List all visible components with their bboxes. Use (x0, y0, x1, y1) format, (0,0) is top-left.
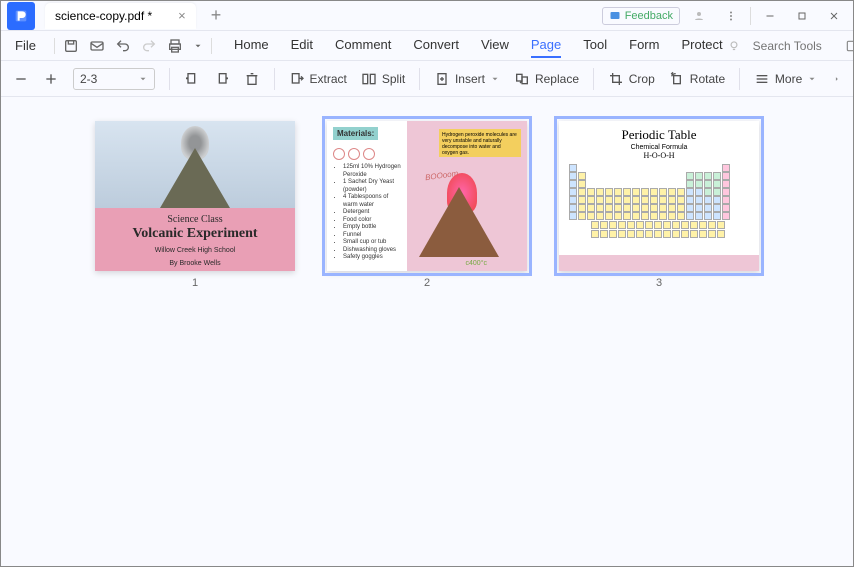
rotate-button[interactable]: Rotate (669, 71, 725, 87)
maximize-button[interactable] (789, 3, 815, 29)
slide3-title: Periodic Table (569, 127, 749, 143)
slide3-subtitle: Chemical Formula (569, 144, 749, 151)
feedback-icon (609, 10, 621, 22)
page-thumbnail-2[interactable]: Materials: 125ml 10% Hydrogen Peroxide1 … (327, 121, 527, 289)
close-tab-icon[interactable]: × (178, 8, 186, 23)
minimize-button[interactable] (757, 3, 783, 29)
chevron-down-icon (138, 74, 148, 84)
temp-text: c400°c (466, 260, 487, 267)
materials-heading: Materials: (333, 127, 378, 140)
more-label: More (775, 72, 802, 86)
extract-button[interactable]: Extract (289, 71, 347, 87)
materials-list: 125ml 10% Hydrogen Peroxide1 Sachet Dry … (333, 164, 401, 262)
tab-home[interactable]: Home (234, 33, 269, 58)
insert-button[interactable]: Insert (434, 71, 500, 87)
titlebar: science-copy.pdf * × + Feedback (1, 1, 853, 31)
chevron-down-icon (490, 74, 500, 84)
insert-label: Insert (455, 72, 485, 86)
chevron-down-icon (807, 74, 817, 84)
tab-comment[interactable]: Comment (335, 33, 391, 58)
zoom-in-button[interactable] (43, 71, 59, 87)
slide3-formula: H-O-O-H (569, 151, 749, 160)
undo-icon[interactable] (115, 38, 131, 54)
close-window-button[interactable] (821, 3, 847, 29)
rotate-label: Rotate (690, 72, 725, 86)
insert-page-before-button[interactable] (184, 71, 200, 87)
file-menu[interactable]: File (7, 34, 44, 57)
insert-page-after-button[interactable] (214, 71, 230, 87)
tab-form[interactable]: Form (629, 33, 659, 58)
page-canvas[interactable]: Science Class Volcanic Experiment Willow… (1, 97, 853, 566)
tab-tool[interactable]: Tool (583, 33, 607, 58)
document-title: science-copy.pdf * (55, 9, 152, 23)
new-tab-button[interactable]: + (206, 5, 227, 26)
share-icon[interactable] (845, 39, 854, 53)
periodic-table-icon (569, 164, 749, 238)
slide1-author: By Brooke Wells (95, 259, 295, 268)
delete-page-button[interactable] (244, 71, 260, 87)
document-tab[interactable]: science-copy.pdf * × (45, 3, 196, 29)
chevron-down-icon[interactable] (193, 38, 203, 54)
page-range-value: 2-3 (80, 72, 97, 86)
kebab-icon[interactable] (718, 3, 744, 29)
split-label: Split (382, 72, 405, 86)
slide1-subtitle: Science Class (95, 214, 295, 225)
page-thumbnail-3[interactable]: Periodic Table Chemical Formula H-O-O-H … (559, 121, 759, 289)
crop-label: Crop (629, 72, 655, 86)
tab-view[interactable]: View (481, 33, 509, 58)
overflow-chevron-icon[interactable] (833, 74, 841, 84)
feedback-label: Feedback (625, 10, 673, 22)
search-input[interactable] (753, 39, 833, 53)
quick-access-toolbar (54, 38, 212, 54)
page-range-select[interactable]: 2-3 (73, 68, 155, 90)
sticky-note: Hydrogen peroxide molecules are very uns… (439, 129, 521, 157)
page-toolbar: 2-3 Extract Split Insert Replace Crop Ro… (1, 61, 853, 97)
bulb-icon (727, 39, 741, 53)
extract-label: Extract (310, 72, 347, 86)
print-icon[interactable] (167, 38, 183, 54)
slide1-school: Willow Creek High School (95, 246, 295, 255)
ribbon-tabs: Home Edit Comment Convert View Page Tool… (234, 33, 723, 58)
user-icon[interactable] (686, 3, 712, 29)
tab-protect[interactable]: Protect (681, 33, 722, 58)
feedback-button[interactable]: Feedback (602, 7, 680, 25)
tab-convert[interactable]: Convert (413, 33, 459, 58)
zoom-out-button[interactable] (13, 71, 29, 87)
menubar: File Home Edit Comment Convert View Page… (1, 31, 853, 61)
app-icon (7, 2, 35, 30)
replace-button[interactable]: Replace (514, 71, 579, 87)
more-button[interactable]: More (754, 71, 817, 87)
tab-edit[interactable]: Edit (291, 33, 313, 58)
save-icon[interactable] (63, 38, 79, 54)
tab-page[interactable]: Page (531, 33, 561, 58)
split-button[interactable]: Split (361, 71, 405, 87)
page-number: 3 (656, 277, 662, 289)
mail-icon[interactable] (89, 38, 105, 54)
page-number: 1 (192, 277, 198, 289)
redo-icon[interactable] (141, 38, 157, 54)
page-thumbnail-1[interactable]: Science Class Volcanic Experiment Willow… (95, 121, 295, 289)
slide1-title: Volcanic Experiment (95, 226, 295, 242)
page-number: 2 (424, 277, 430, 289)
replace-label: Replace (535, 72, 579, 86)
crop-button[interactable]: Crop (608, 71, 655, 87)
